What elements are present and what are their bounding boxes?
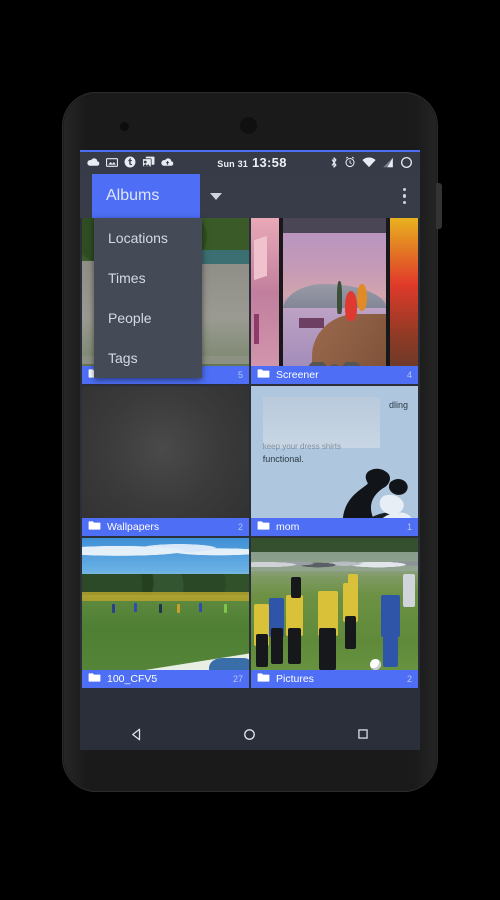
- thumbnail-soccer-field: [82, 538, 249, 688]
- album-cell[interactable]: Pictures 2: [251, 538, 418, 688]
- status-bar-clock: Sun 31 13:58: [217, 155, 286, 170]
- albums-spinner[interactable]: Albums: [92, 174, 200, 218]
- album-name: Pictures: [276, 673, 314, 685]
- status-time: 13:58: [251, 154, 287, 170]
- thumbnail-screenshots: [251, 218, 418, 384]
- dropdown-item-locations[interactable]: Locations: [94, 218, 202, 258]
- album-count: 1: [406, 522, 412, 532]
- album-count: 2: [406, 674, 412, 684]
- cloud-upload-icon: [161, 157, 174, 167]
- album-thumbnail: [82, 538, 249, 688]
- action-bar: Albums: [80, 174, 420, 218]
- album-count: 27: [232, 674, 243, 684]
- album-label: Pictures 2: [251, 670, 418, 688]
- album-label: mom 1: [251, 518, 418, 536]
- album-name: Wallpapers: [107, 521, 160, 533]
- album-thumbnail: [82, 386, 249, 536]
- folder-icon: [88, 672, 101, 686]
- dropdown-item-tags[interactable]: Tags: [94, 338, 202, 378]
- battery-icon: [400, 156, 413, 169]
- android-navigation-bar: [80, 718, 420, 750]
- dropdown-item-label: People: [108, 310, 152, 326]
- status-bar-notifications: [87, 156, 174, 168]
- dropdown-item-times[interactable]: Times: [94, 258, 202, 298]
- thumbnail-soccer-game: [251, 538, 418, 688]
- status-bar: Sun 31 13:58: [80, 150, 420, 174]
- album-label: Screener 4: [251, 366, 418, 384]
- dropdown-item-people[interactable]: People: [94, 298, 202, 338]
- signal-icon: [382, 157, 394, 168]
- album-count: 2: [237, 522, 243, 532]
- album-count: 5: [237, 370, 243, 380]
- album-cell[interactable]: Screener 4: [251, 218, 418, 384]
- album-thumbnail: [251, 218, 418, 384]
- album-name: mom: [276, 521, 300, 533]
- dropdown-caret-icon[interactable]: [210, 192, 222, 200]
- back-icon[interactable]: [107, 718, 167, 750]
- recents-icon[interactable]: [333, 718, 393, 750]
- folder-icon: [88, 520, 101, 534]
- album-cell[interactable]: dling keep your dress shirts functional.: [251, 386, 418, 536]
- wifi-icon: [362, 156, 376, 168]
- album-label: 100_CFV5 27: [82, 670, 249, 688]
- dropdown-item-label: Tags: [108, 350, 138, 366]
- power-button[interactable]: [436, 183, 442, 229]
- album-thumbnail: [251, 538, 418, 688]
- alarm-icon: [344, 156, 356, 168]
- status-bar-system-icons: [330, 156, 413, 169]
- tumblr-icon: [124, 156, 136, 168]
- screenshot-stage: Sun 31 13:58 Albums 5 Screener 4 Wallpap…: [0, 0, 500, 900]
- image-icon: [106, 157, 118, 168]
- bluetooth-icon: [330, 156, 338, 169]
- album-cell[interactable]: Wallpapers 2: [82, 386, 249, 536]
- earpiece-speaker: [240, 117, 257, 134]
- albums-dropdown-menu[interactable]: Locations Times People Tags: [94, 218, 202, 378]
- folder-icon: [257, 672, 270, 686]
- album-label: Wallpapers 2: [82, 518, 249, 536]
- cloud-icon: [87, 157, 100, 167]
- thumbnail-text-line3: functional.: [262, 453, 304, 464]
- overflow-menu-icon[interactable]: [402, 174, 406, 218]
- album-thumbnail: dling keep your dress shirts functional.: [251, 386, 418, 536]
- phone-screen: Sun 31 13:58 Albums 5 Screener 4 Wallpap…: [80, 150, 420, 750]
- album-name: 100_CFV5: [107, 673, 158, 685]
- thumbnail-flyer: dling keep your dress shirts functional.: [251, 386, 418, 536]
- photos-stack-icon: [142, 156, 155, 168]
- dropdown-item-label: Locations: [108, 230, 168, 246]
- thumbnail-text-line1: dling: [388, 399, 408, 410]
- folder-icon: [257, 520, 270, 534]
- home-icon[interactable]: [220, 718, 280, 750]
- album-name: Screener: [276, 369, 319, 381]
- thumbnail-dark-wallpaper: [82, 386, 249, 536]
- dropdown-item-label: Times: [108, 270, 146, 286]
- album-count: 4: [406, 370, 412, 380]
- front-camera: [120, 122, 129, 131]
- status-date: Sun 31: [217, 158, 248, 169]
- albums-spinner-label: Albums: [106, 187, 160, 204]
- folder-icon: [257, 368, 270, 382]
- album-cell[interactable]: 100_CFV5 27: [82, 538, 249, 688]
